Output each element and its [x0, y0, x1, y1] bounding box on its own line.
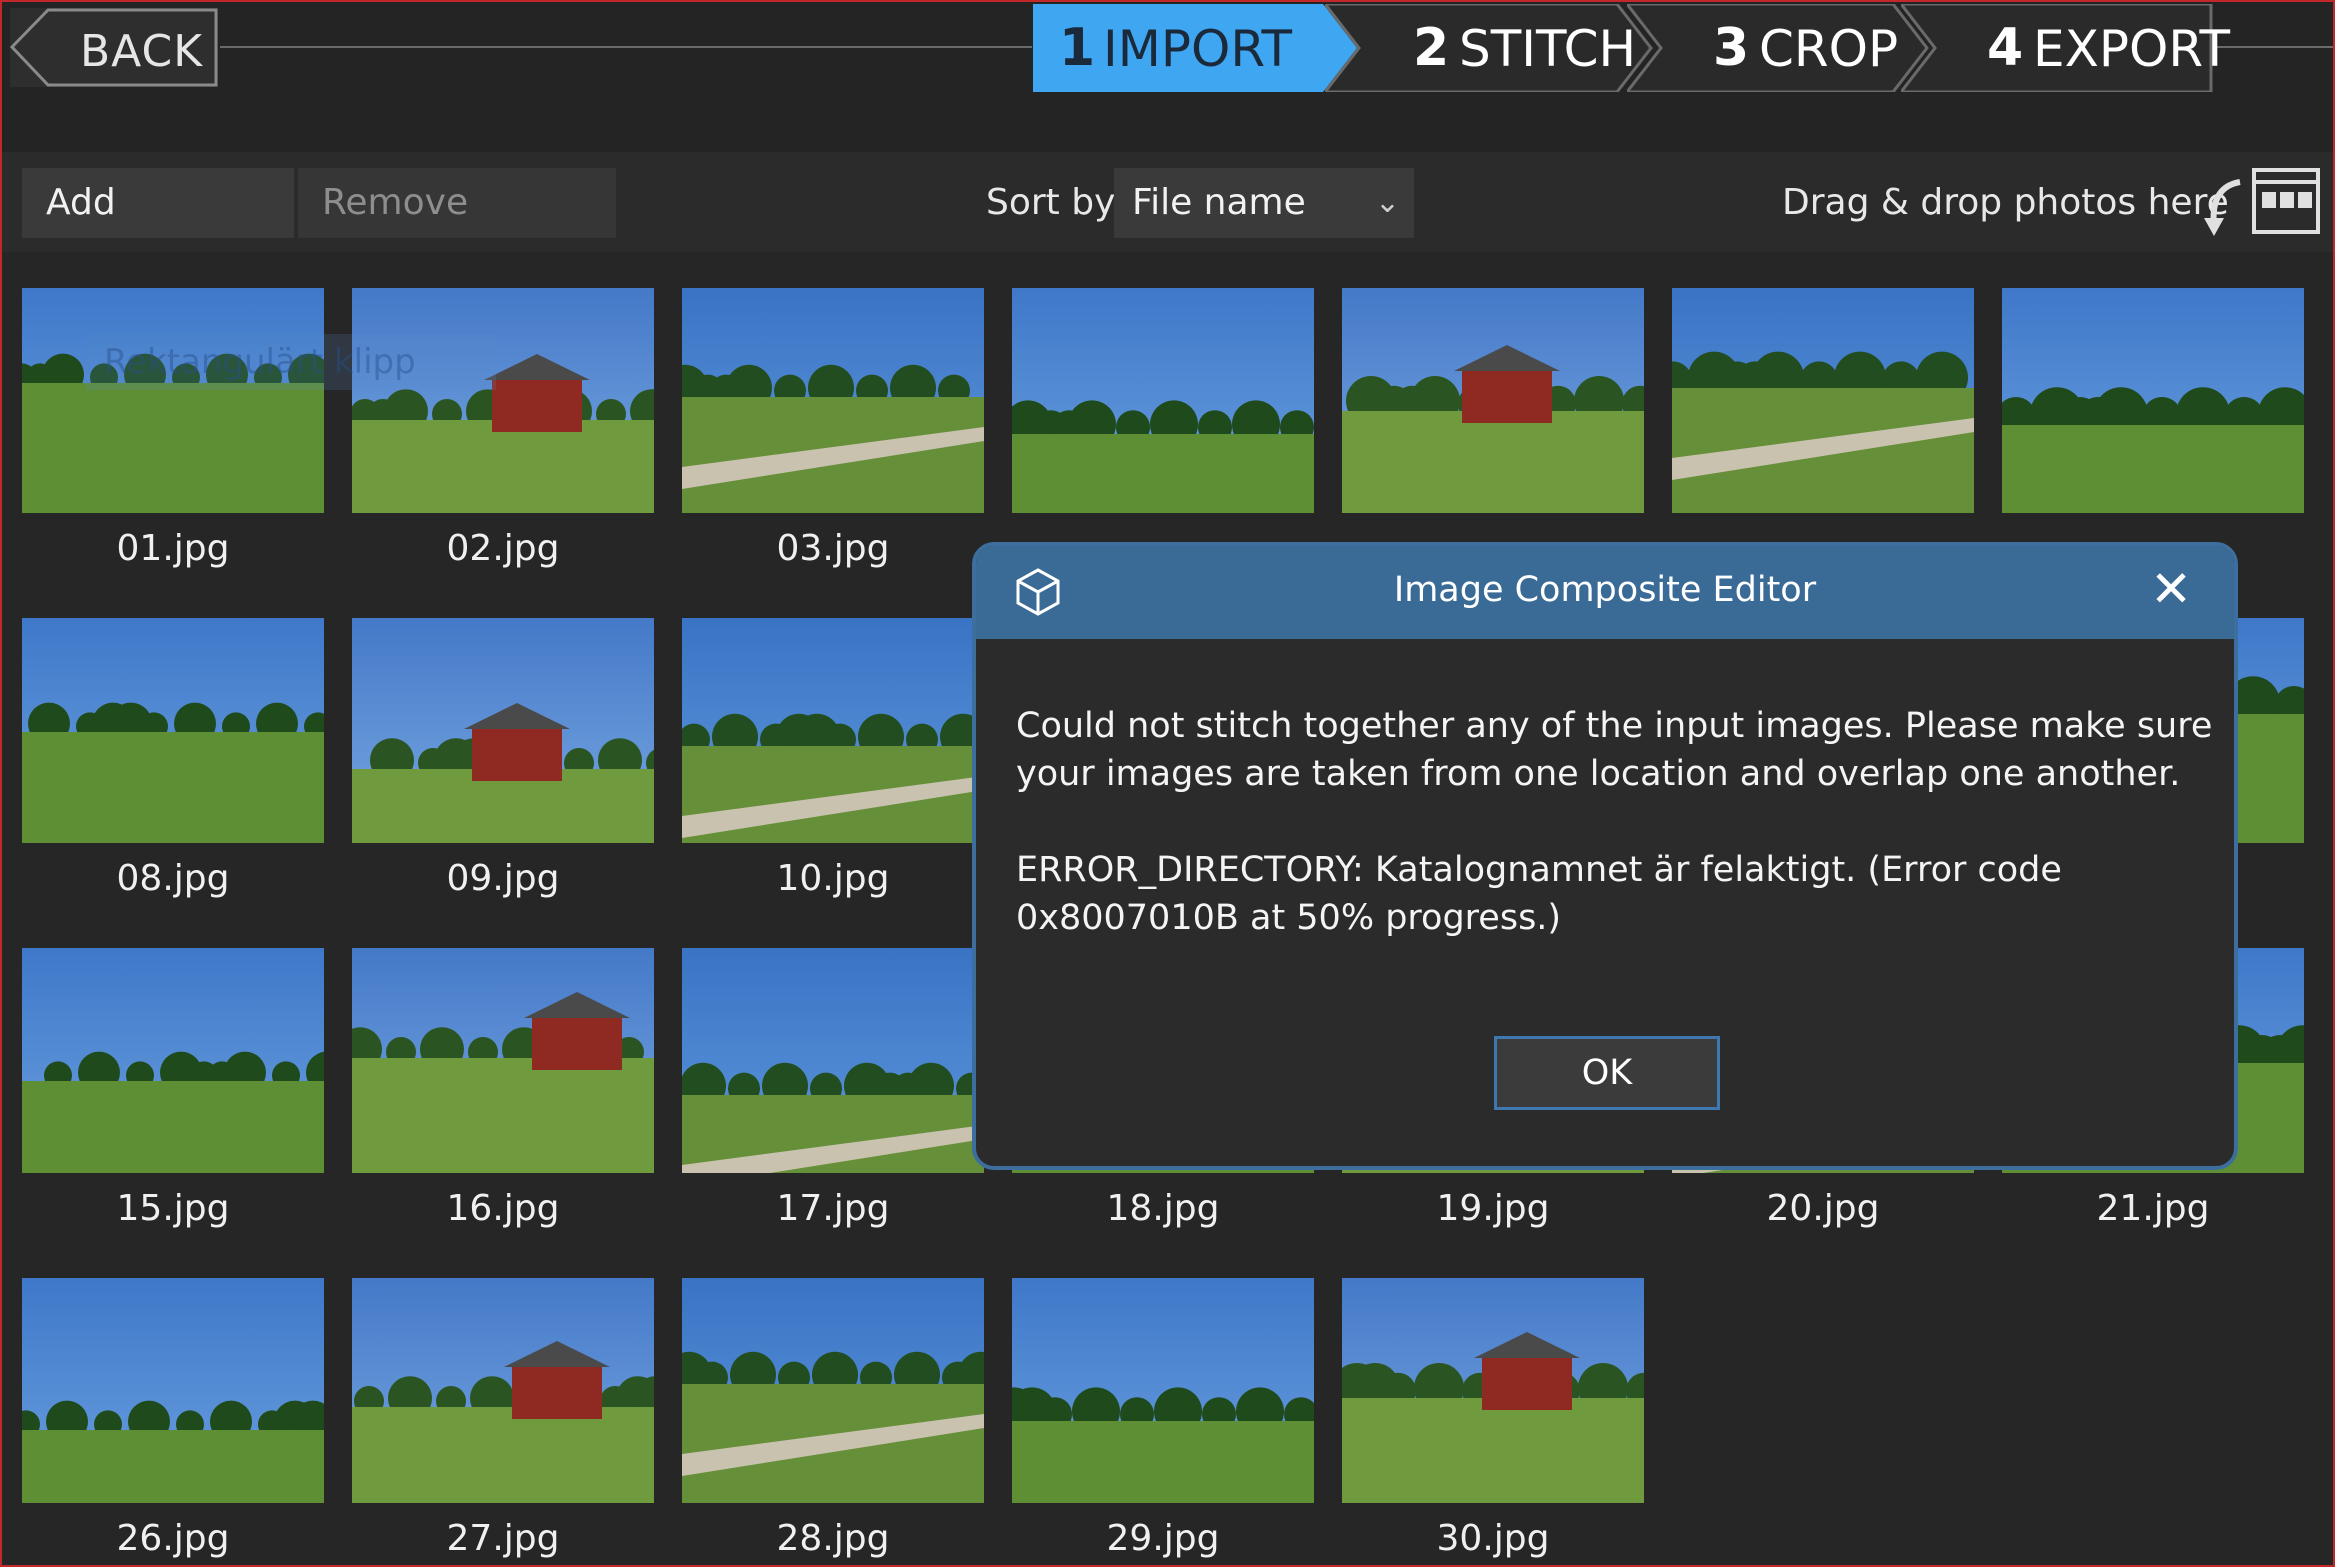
step-stitch-label: STITCH [1459, 20, 1637, 78]
image-thumbnail[interactable]: 30.jpg [1342, 1278, 1644, 1565]
image-thumbnail[interactable]: 15.jpg [22, 948, 324, 1268]
step-bar: BACK 1 IMPORT 2 STITCH 3 CROP 4 EXPORT [2, 2, 2333, 152]
image-thumbnail[interactable]: 16.jpg [352, 948, 654, 1268]
thumbnail-caption: 08.jpg [116, 858, 230, 899]
thumbnail-image [1342, 288, 1644, 513]
thumbnail-image [352, 618, 654, 843]
image-thumbnail[interactable]: 03.jpg [682, 288, 984, 608]
thumbnail-image [352, 288, 654, 513]
step-import-label: IMPORT [1103, 20, 1293, 78]
dialog-error: ERROR_DIRECTORY: Katalognamnet är felakt… [1016, 850, 2062, 938]
drag-drop-icon [2204, 168, 2320, 236]
thumbnail-image [682, 1278, 984, 1503]
dialog-header: Image Composite Editor ✕ [976, 546, 2234, 639]
chevron-down-icon: ⌄ [1374, 185, 1400, 220]
step-stitch-number: 2 [1413, 18, 1450, 78]
thumbnail-caption: 20.jpg [1766, 1188, 1880, 1229]
image-thumbnail[interactable]: 28.jpg [682, 1278, 984, 1565]
sort-select-value: File name [1132, 182, 1306, 223]
remove-selected-button[interactable]: Remove selected [298, 168, 616, 293]
thumbnail-image [352, 1278, 654, 1503]
drag-drop-hint: Drag & drop photos here [1782, 182, 2229, 223]
back-button-label: BACK [80, 26, 204, 77]
dialog-body: Could not stitch together any of the inp… [1016, 702, 2216, 942]
image-thumbnail[interactable]: 09.jpg [352, 618, 654, 938]
thumbnail-image [1012, 288, 1314, 513]
dialog-message: Could not stitch together any of the inp… [1016, 706, 2213, 794]
step-line-left [220, 46, 1032, 48]
thumbnail-image [22, 618, 324, 843]
thumbnail-caption: 15.jpg [116, 1188, 230, 1229]
toolbar: Add images... Remove selected Sort by Fi… [2, 152, 2333, 293]
thumbnail-image [1342, 1278, 1644, 1503]
step-import-number: 1 [1059, 18, 1096, 78]
thumbnail-caption: 30.jpg [1436, 1518, 1550, 1559]
thumbnail-caption: 03.jpg [776, 528, 890, 569]
app-window: BACK 1 IMPORT 2 STITCH 3 CROP 4 EXPORT A… [0, 0, 2335, 1567]
thumbnail-caption: 19.jpg [1436, 1188, 1550, 1229]
thumbnail-caption: 27.jpg [446, 1518, 560, 1559]
error-dialog: Image Composite Editor ✕ Could not stitc… [972, 542, 2238, 1170]
ok-button[interactable]: OK [1494, 1036, 1720, 1110]
image-thumbnail[interactable]: 29.jpg [1012, 1278, 1314, 1565]
thumbnail-image [352, 948, 654, 1173]
dialog-title: Image Composite Editor [1393, 570, 1817, 610]
thumbnail-image [1012, 1278, 1314, 1503]
image-thumbnail[interactable]: 17.jpg [682, 948, 984, 1268]
close-icon[interactable]: ✕ [2150, 560, 2192, 618]
thumbnail-image [682, 948, 984, 1173]
snip-overlay-label: Rektangulärt klipp [86, 334, 496, 390]
step-crop-label: CROP [1759, 20, 1899, 78]
step-crop-number: 3 [1713, 18, 1750, 78]
thumbnail-caption: 17.jpg [776, 1188, 890, 1229]
step-export-number: 4 [1987, 18, 2024, 78]
thumbnail-image [1672, 288, 1974, 513]
thumbnail-caption: 01.jpg [116, 528, 230, 569]
step-stitch[interactable]: 2 STITCH [1325, 4, 1655, 92]
thumbnail-image [22, 1278, 324, 1503]
wizard-steps: 1 IMPORT 2 STITCH 3 CROP 4 EXPORT [1033, 4, 2230, 92]
thumbnail-caption: 21.jpg [2096, 1188, 2210, 1229]
thumbnail-caption: 10.jpg [776, 858, 890, 899]
thumbnail-caption: 09.jpg [446, 858, 560, 899]
image-thumbnail[interactable]: 10.jpg [682, 618, 984, 938]
step-line-right [2214, 46, 2333, 48]
step-crop[interactable]: 3 CROP [1627, 4, 1931, 92]
image-thumbnail[interactable]: 27.jpg [352, 1278, 654, 1565]
thumbnail-image [22, 948, 324, 1173]
thumbnail-caption: 18.jpg [1106, 1188, 1220, 1229]
thumbnail-caption: 29.jpg [1106, 1518, 1220, 1559]
thumbnail-image [682, 618, 984, 843]
step-export[interactable]: 4 EXPORT [1901, 4, 2230, 92]
thumbnail-caption: 26.jpg [116, 1518, 230, 1559]
step-import[interactable]: 1 IMPORT [1033, 4, 1359, 92]
back-button[interactable]: BACK [10, 8, 218, 87]
thumbnail-image [22, 288, 324, 513]
image-thumbnail[interactable]: 08.jpg [22, 618, 324, 938]
thumbnail-caption: 28.jpg [776, 1518, 890, 1559]
thumbnail-image [682, 288, 984, 513]
thumbnail-caption: 02.jpg [446, 528, 560, 569]
image-thumbnail[interactable]: 26.jpg [22, 1278, 324, 1565]
thumbnail-caption: 16.jpg [446, 1188, 560, 1229]
sort-select[interactable]: File name ⌄ [1114, 168, 1414, 238]
thumbnail-image [2002, 288, 2304, 513]
add-images-button[interactable]: Add images... [22, 168, 294, 293]
step-export-label: EXPORT [2033, 20, 2230, 78]
sort-by-label: Sort by [986, 182, 1116, 223]
